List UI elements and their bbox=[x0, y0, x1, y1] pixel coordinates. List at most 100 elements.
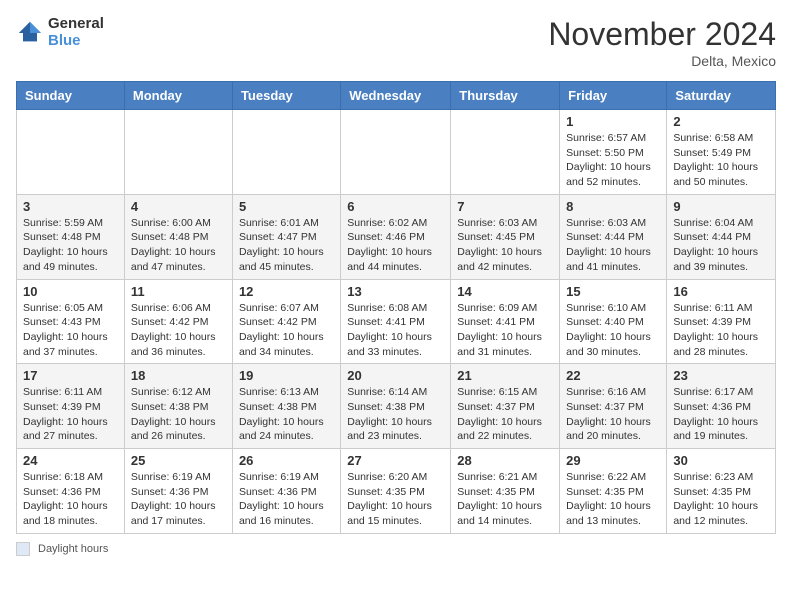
day-number: 22 bbox=[566, 368, 660, 383]
calendar-cell: 30 Sunrise: 6:23 AM Sunset: 4:35 PM Dayli… bbox=[667, 449, 776, 534]
day-number: 9 bbox=[673, 199, 769, 214]
day-info: Sunrise: 6:13 AM Sunset: 4:38 PM Dayligh… bbox=[239, 385, 334, 444]
calendar-cell: 20 Sunrise: 6:14 AM Sunset: 4:38 PM Dayli… bbox=[341, 364, 451, 449]
day-number: 30 bbox=[673, 453, 769, 468]
calendar-cell: 2 Sunrise: 6:58 AM Sunset: 5:49 PM Daylig… bbox=[667, 110, 776, 195]
day-info: Sunrise: 6:05 AM Sunset: 4:43 PM Dayligh… bbox=[23, 301, 118, 360]
logo-text: General Blue bbox=[48, 16, 104, 49]
day-number: 21 bbox=[457, 368, 553, 383]
day-number: 27 bbox=[347, 453, 444, 468]
calendar-cell: 12 Sunrise: 6:07 AM Sunset: 4:42 PM Dayli… bbox=[232, 279, 340, 364]
day-info: Sunrise: 6:01 AM Sunset: 4:47 PM Dayligh… bbox=[239, 216, 334, 275]
calendar-cell: 19 Sunrise: 6:13 AM Sunset: 4:38 PM Dayli… bbox=[232, 364, 340, 449]
day-number: 24 bbox=[23, 453, 118, 468]
logo-line1: General bbox=[48, 16, 104, 33]
day-info: Sunrise: 6:10 AM Sunset: 4:40 PM Dayligh… bbox=[566, 301, 660, 360]
day-number: 16 bbox=[673, 284, 769, 299]
calendar-cell: 23 Sunrise: 6:17 AM Sunset: 4:36 PM Dayli… bbox=[667, 364, 776, 449]
calendar-cell: 17 Sunrise: 6:11 AM Sunset: 4:39 PM Dayli… bbox=[17, 364, 125, 449]
day-number: 20 bbox=[347, 368, 444, 383]
calendar-col-thursday: Thursday bbox=[451, 82, 560, 110]
calendar-cell bbox=[451, 110, 560, 195]
day-number: 17 bbox=[23, 368, 118, 383]
day-info: Sunrise: 6:12 AM Sunset: 4:38 PM Dayligh… bbox=[131, 385, 226, 444]
day-number: 3 bbox=[23, 199, 118, 214]
calendar-cell: 9 Sunrise: 6:04 AM Sunset: 4:44 PM Daylig… bbox=[667, 194, 776, 279]
logo-icon bbox=[16, 19, 44, 47]
day-number: 14 bbox=[457, 284, 553, 299]
day-info: Sunrise: 6:15 AM Sunset: 4:37 PM Dayligh… bbox=[457, 385, 553, 444]
day-number: 1 bbox=[566, 114, 660, 129]
day-info: Sunrise: 6:21 AM Sunset: 4:35 PM Dayligh… bbox=[457, 470, 553, 529]
day-info: Sunrise: 6:02 AM Sunset: 4:46 PM Dayligh… bbox=[347, 216, 444, 275]
day-number: 19 bbox=[239, 368, 334, 383]
calendar-cell: 15Sunrise: 6:10 AM Sunset: 4:40 PM Dayli… bbox=[560, 279, 667, 364]
day-info: Sunrise: 6:20 AM Sunset: 4:35 PM Dayligh… bbox=[347, 470, 444, 529]
daylight-legend-box bbox=[16, 542, 30, 556]
calendar-cell: 27 Sunrise: 6:20 AM Sunset: 4:35 PM Dayli… bbox=[341, 449, 451, 534]
logo: General Blue bbox=[16, 16, 104, 49]
calendar-cell: 13 Sunrise: 6:08 AM Sunset: 4:41 PM Dayli… bbox=[341, 279, 451, 364]
day-info: Sunrise: 6:14 AM Sunset: 4:38 PM Dayligh… bbox=[347, 385, 444, 444]
calendar-week-row: 3 Sunrise: 5:59 AM Sunset: 4:48 PM Daylig… bbox=[17, 194, 776, 279]
calendar-header-row: SundayMondayTuesdayWednesdayThursdayFrid… bbox=[17, 82, 776, 110]
day-info: Sunrise: 6:07 AM Sunset: 4:42 PM Dayligh… bbox=[239, 301, 334, 360]
page-header: General Blue November 2024 Delta, Mexico bbox=[16, 16, 776, 69]
day-info: Sunrise: 6:23 AM Sunset: 4:35 PM Dayligh… bbox=[673, 470, 769, 529]
day-info: Sunrise: 6:11 AM Sunset: 4:39 PM Dayligh… bbox=[673, 301, 769, 360]
day-number: 25 bbox=[131, 453, 226, 468]
day-info: Sunrise: 6:08 AM Sunset: 4:41 PM Dayligh… bbox=[347, 301, 444, 360]
calendar-col-wednesday: Wednesday bbox=[341, 82, 451, 110]
calendar-col-tuesday: Tuesday bbox=[232, 82, 340, 110]
calendar-cell: 3 Sunrise: 5:59 AM Sunset: 4:48 PM Daylig… bbox=[17, 194, 125, 279]
day-info: Sunrise: 6:04 AM Sunset: 4:44 PM Dayligh… bbox=[673, 216, 769, 275]
day-info: Sunrise: 6:57 AM Sunset: 5:50 PM Dayligh… bbox=[566, 131, 660, 190]
day-info: Sunrise: 6:03 AM Sunset: 4:44 PM Dayligh… bbox=[566, 216, 660, 275]
day-info: Sunrise: 6:03 AM Sunset: 4:45 PM Dayligh… bbox=[457, 216, 553, 275]
day-number: 28 bbox=[457, 453, 553, 468]
calendar-table: SundayMondayTuesdayWednesdayThursdayFrid… bbox=[16, 81, 776, 534]
day-number: 13 bbox=[347, 284, 444, 299]
calendar-footer: Daylight hours bbox=[16, 542, 776, 556]
calendar-week-row: 17 Sunrise: 6:11 AM Sunset: 4:39 PM Dayli… bbox=[17, 364, 776, 449]
day-info: Sunrise: 6:58 AM Sunset: 5:49 PM Dayligh… bbox=[673, 131, 769, 190]
day-number: 26 bbox=[239, 453, 334, 468]
day-number: 18 bbox=[131, 368, 226, 383]
day-info: Sunrise: 5:59 AM Sunset: 4:48 PM Dayligh… bbox=[23, 216, 118, 275]
day-info: Sunrise: 6:18 AM Sunset: 4:36 PM Dayligh… bbox=[23, 470, 118, 529]
day-info: Sunrise: 6:19 AM Sunset: 4:36 PM Dayligh… bbox=[239, 470, 334, 529]
day-number: 12 bbox=[239, 284, 334, 299]
calendar-cell: 10 Sunrise: 6:05 AM Sunset: 4:43 PM Dayli… bbox=[17, 279, 125, 364]
title-section: November 2024 Delta, Mexico bbox=[548, 16, 776, 69]
day-number: 5 bbox=[239, 199, 334, 214]
calendar-cell: 16 Sunrise: 6:11 AM Sunset: 4:39 PM Dayli… bbox=[667, 279, 776, 364]
day-info: Sunrise: 6:00 AM Sunset: 4:48 PM Dayligh… bbox=[131, 216, 226, 275]
day-number: 29 bbox=[566, 453, 660, 468]
day-number: 23 bbox=[673, 368, 769, 383]
day-number: 11 bbox=[131, 284, 226, 299]
calendar-cell: 4Sunrise: 6:00 AM Sunset: 4:48 PM Daylig… bbox=[124, 194, 232, 279]
calendar-cell bbox=[124, 110, 232, 195]
day-info: Sunrise: 6:22 AM Sunset: 4:35 PM Dayligh… bbox=[566, 470, 660, 529]
day-number: 8 bbox=[566, 199, 660, 214]
calendar-week-row: 1 Sunrise: 6:57 AM Sunset: 5:50 PM Daylig… bbox=[17, 110, 776, 195]
calendar-cell bbox=[17, 110, 125, 195]
day-info: Sunrise: 6:17 AM Sunset: 4:36 PM Dayligh… bbox=[673, 385, 769, 444]
day-info: Sunrise: 6:06 AM Sunset: 4:42 PM Dayligh… bbox=[131, 301, 226, 360]
calendar-cell: 18 Sunrise: 6:12 AM Sunset: 4:38 PM Dayli… bbox=[124, 364, 232, 449]
day-number: 2 bbox=[673, 114, 769, 129]
calendar-col-saturday: Saturday bbox=[667, 82, 776, 110]
day-number: 10 bbox=[23, 284, 118, 299]
day-info: Sunrise: 6:11 AM Sunset: 4:39 PM Dayligh… bbox=[23, 385, 118, 444]
calendar-cell: 8 Sunrise: 6:03 AM Sunset: 4:44 PM Daylig… bbox=[560, 194, 667, 279]
calendar-week-row: 24 Sunrise: 6:18 AM Sunset: 4:36 PM Dayli… bbox=[17, 449, 776, 534]
day-number: 6 bbox=[347, 199, 444, 214]
calendar-cell: 5 Sunrise: 6:01 AM Sunset: 4:47 PM Daylig… bbox=[232, 194, 340, 279]
calendar-cell: 26 Sunrise: 6:19 AM Sunset: 4:36 PM Dayli… bbox=[232, 449, 340, 534]
calendar-cell: 7Sunrise: 6:03 AM Sunset: 4:45 PM Daylig… bbox=[451, 194, 560, 279]
calendar-col-sunday: Sunday bbox=[17, 82, 125, 110]
calendar-cell: 29 Sunrise: 6:22 AM Sunset: 4:35 PM Dayli… bbox=[560, 449, 667, 534]
calendar-cell: 22Sunrise: 6:16 AM Sunset: 4:37 PM Dayli… bbox=[560, 364, 667, 449]
calendar-cell: 24 Sunrise: 6:18 AM Sunset: 4:36 PM Dayli… bbox=[17, 449, 125, 534]
calendar-cell: 21 Sunrise: 6:15 AM Sunset: 4:37 PM Dayli… bbox=[451, 364, 560, 449]
